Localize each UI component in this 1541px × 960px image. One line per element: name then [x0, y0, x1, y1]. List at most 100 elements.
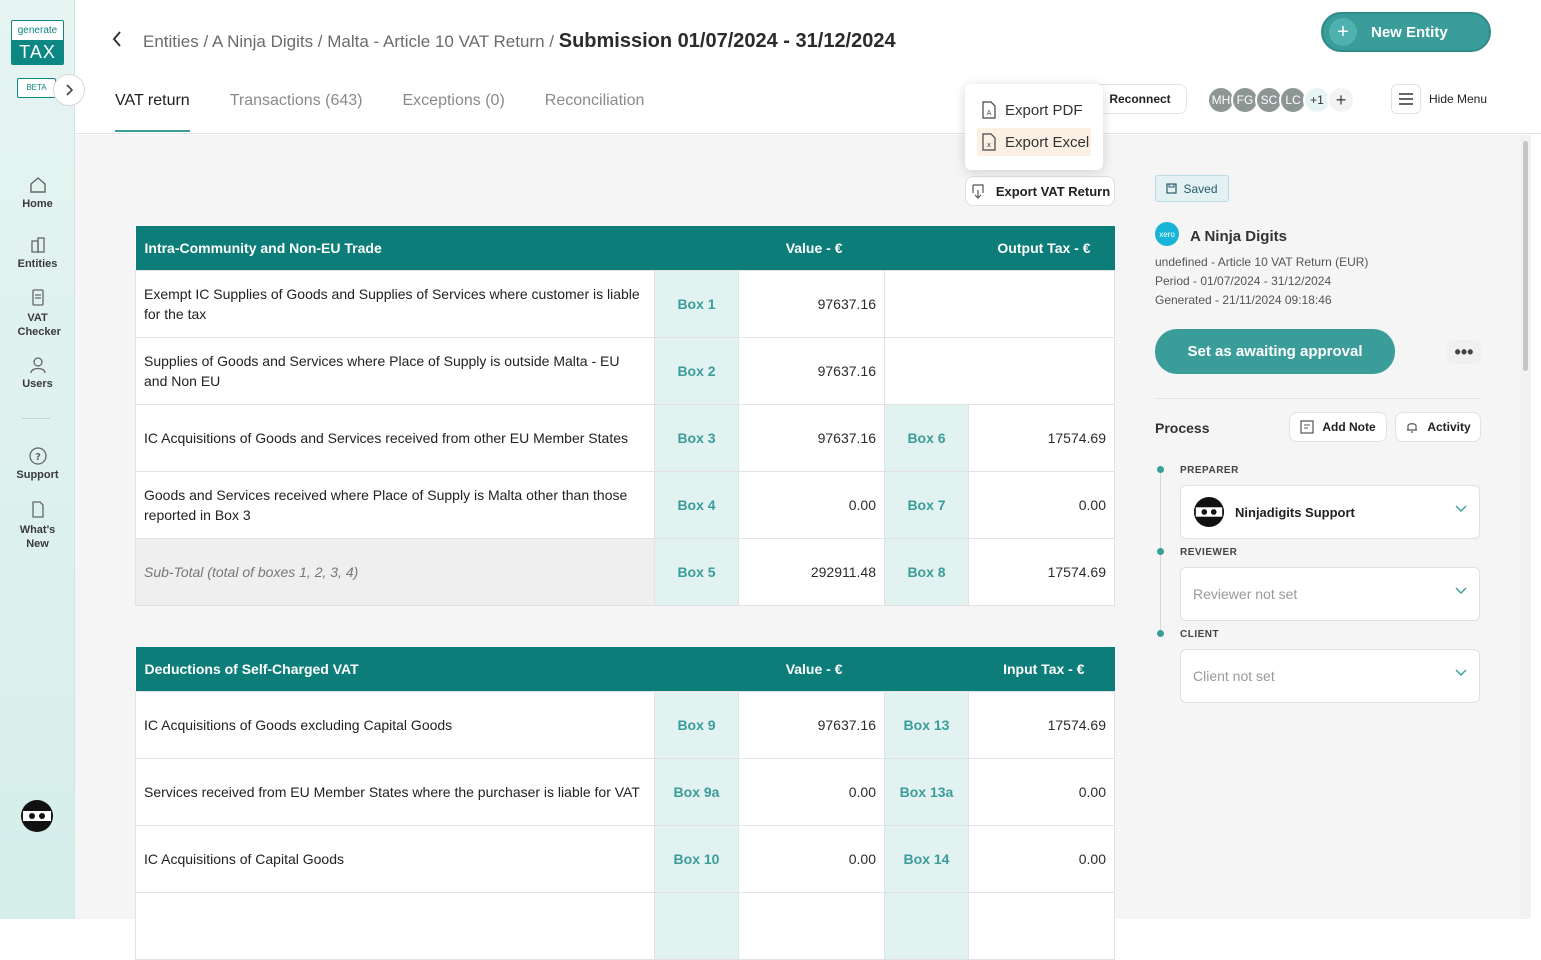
- row-tax-value[interactable]: 0.00: [968, 470, 1115, 539]
- hide-menu-button[interactable]: Hide Menu: [1391, 84, 1487, 114]
- box-label[interactable]: Box 6: [884, 403, 969, 472]
- box-label[interactable]: Box 8: [884, 537, 969, 606]
- row-value[interactable]: 0.00: [738, 470, 885, 539]
- chevron-left-icon: [112, 31, 121, 47]
- scrollbar[interactable]: [1520, 135, 1531, 919]
- chevron-down-icon: [1455, 505, 1467, 512]
- tab-transactions[interactable]: Transactions (643): [230, 92, 363, 132]
- row-value[interactable]: 0.00: [738, 757, 885, 826]
- sidebar-item-label: What's New: [19, 524, 56, 550]
- logo-bottom-text: TAX: [12, 40, 63, 64]
- table-heading: Intra-Community and Non-EU Trade: [135, 226, 739, 270]
- row-description: IC Acquisitions of Goods and Services re…: [135, 403, 655, 472]
- new-entity-button[interactable]: + New Entity: [1321, 12, 1491, 52]
- row-tax-value[interactable]: 0.00: [968, 757, 1115, 826]
- export-excel-item[interactable]: x Export Excel: [977, 128, 1091, 156]
- row-description: Goods and Services received where Place …: [135, 470, 655, 539]
- timeline-dot: [1157, 548, 1164, 555]
- sidebar-item-whats-new[interactable]: What's New: [0, 500, 75, 551]
- sidebar-item-label: Home: [22, 198, 53, 210]
- reconnect-button[interactable]: Reconnect: [1093, 84, 1187, 114]
- box-label[interactable]: Box 14: [884, 824, 969, 893]
- sidebar-item-vat-checker[interactable]: VAT Checker: [0, 288, 75, 339]
- assigned-users: MH FG SC LC +1 +: [1207, 86, 1355, 114]
- sidebar: generate TAX BETA Home Entities VAT Chec…: [0, 0, 85, 919]
- row-value[interactable]: 97637.16: [738, 336, 885, 405]
- row-tax-value[interactable]: 0.00: [968, 824, 1115, 893]
- set-awaiting-approval-button[interactable]: Set as awaiting approval: [1155, 329, 1395, 374]
- preparer-select[interactable]: Ninjadigits Support: [1180, 485, 1480, 539]
- client-select[interactable]: Client not set: [1180, 649, 1480, 703]
- saved-label: Saved: [1183, 181, 1218, 196]
- box-label[interactable]: Box 1: [654, 269, 739, 338]
- chevron-down-icon: [1455, 587, 1467, 594]
- box-label[interactable]: Box 9: [654, 690, 739, 759]
- row-tax-value[interactable]: 17574.69: [968, 537, 1115, 606]
- deductions-table: Deductions of Self-Charged VAT Value - €…: [135, 647, 1115, 960]
- download-icon: [972, 184, 984, 199]
- box-label[interactable]: Box 7: [884, 470, 969, 539]
- box-label[interactable]: Box 13: [884, 690, 969, 759]
- box-label[interactable]: Box 2: [654, 336, 739, 405]
- document-check-icon: [31, 289, 44, 306]
- box-label[interactable]: Box 10: [654, 824, 739, 893]
- tab-bar: VAT return Transactions (643) Exceptions…: [115, 92, 684, 132]
- add-user-button[interactable]: +: [1327, 86, 1355, 114]
- sidebar-item-label: Entities: [17, 258, 58, 270]
- back-button[interactable]: [111, 30, 123, 54]
- logo-top-text: generate: [17, 25, 58, 36]
- table-row: [135, 891, 1115, 960]
- box-label[interactable]: Box 9a: [654, 757, 739, 826]
- xero-logo-icon: xero: [1155, 222, 1179, 246]
- box-label[interactable]: Box 5: [654, 537, 739, 606]
- expand-sidebar-button[interactable]: [53, 74, 85, 106]
- row-value[interactable]: 97637.16: [738, 403, 885, 472]
- value-column-header: Value - €: [738, 647, 885, 691]
- sidebar-item-support[interactable]: ? Support: [0, 446, 75, 481]
- export-pdf-item[interactable]: A Export PDF: [977, 96, 1091, 124]
- breadcrumb: Entities / A Ninja Digits / Malta - Arti…: [143, 30, 896, 53]
- new-entity-label: New Entity: [1371, 23, 1448, 41]
- reviewer-label: REVIEWER: [1180, 547, 1238, 558]
- box-label: [884, 891, 969, 960]
- tab-vat-return[interactable]: VAT return: [115, 92, 190, 132]
- row-tax-value[interactable]: 17574.69: [968, 690, 1115, 759]
- reviewer-placeholder: Reviewer not set: [1193, 586, 1298, 602]
- reviewer-select[interactable]: Reviewer not set: [1180, 567, 1480, 621]
- row-value[interactable]: 97637.16: [738, 690, 885, 759]
- row-value[interactable]: 0.00: [738, 824, 885, 893]
- scrollbar-thumb[interactable]: [1523, 141, 1528, 371]
- sidebar-item-home[interactable]: Home: [0, 175, 75, 210]
- tab-reconciliation[interactable]: Reconciliation: [545, 92, 645, 132]
- row-tax-value[interactable]: 17574.69: [968, 403, 1115, 472]
- sidebar-item-entities[interactable]: Entities: [0, 235, 75, 270]
- hide-menu-label: Hide Menu: [1429, 92, 1488, 106]
- row-value[interactable]: 292911.48: [738, 537, 885, 606]
- tab-exceptions[interactable]: Exceptions (0): [403, 92, 505, 132]
- client-label: CLIENT: [1180, 629, 1220, 640]
- box-label[interactable]: Box 13a: [884, 757, 969, 826]
- add-note-button[interactable]: Add Note: [1289, 412, 1387, 442]
- table-header-row: Intra-Community and Non-EU Trade Value -…: [135, 226, 1115, 270]
- breadcrumb-path[interactable]: Entities / A Ninja Digits / Malta - Arti…: [143, 32, 554, 51]
- generate-tax-logo[interactable]: generate TAX: [11, 20, 64, 65]
- svg-text:x: x: [987, 141, 991, 149]
- user-avatar[interactable]: [20, 799, 54, 833]
- sidebar-item-label: Users: [22, 378, 53, 390]
- building-icon: [30, 237, 45, 253]
- svg-text:?: ?: [35, 452, 41, 463]
- note-icon: [1300, 420, 1314, 434]
- more-options-button[interactable]: •••: [1447, 340, 1481, 364]
- box-label[interactable]: Box 4: [654, 470, 739, 539]
- box-label[interactable]: Box 3: [654, 403, 739, 472]
- sidebar-item-users[interactable]: Users: [0, 355, 75, 390]
- export-vat-return-button[interactable]: Export VAT Return: [965, 176, 1115, 206]
- row-value[interactable]: 97637.16: [738, 269, 885, 338]
- box-label: [654, 891, 739, 960]
- return-type-text: undefined - Article 10 VAT Return (EUR): [1155, 255, 1369, 269]
- export-pdf-label: Export PDF: [1005, 101, 1083, 119]
- export-dropdown-menu: A Export PDF x Export Excel: [965, 84, 1103, 170]
- activity-button[interactable]: Activity: [1395, 412, 1481, 442]
- saved-status-badge: Saved: [1155, 175, 1229, 202]
- table-row: Supplies of Goods and Services where Pla…: [135, 336, 1115, 405]
